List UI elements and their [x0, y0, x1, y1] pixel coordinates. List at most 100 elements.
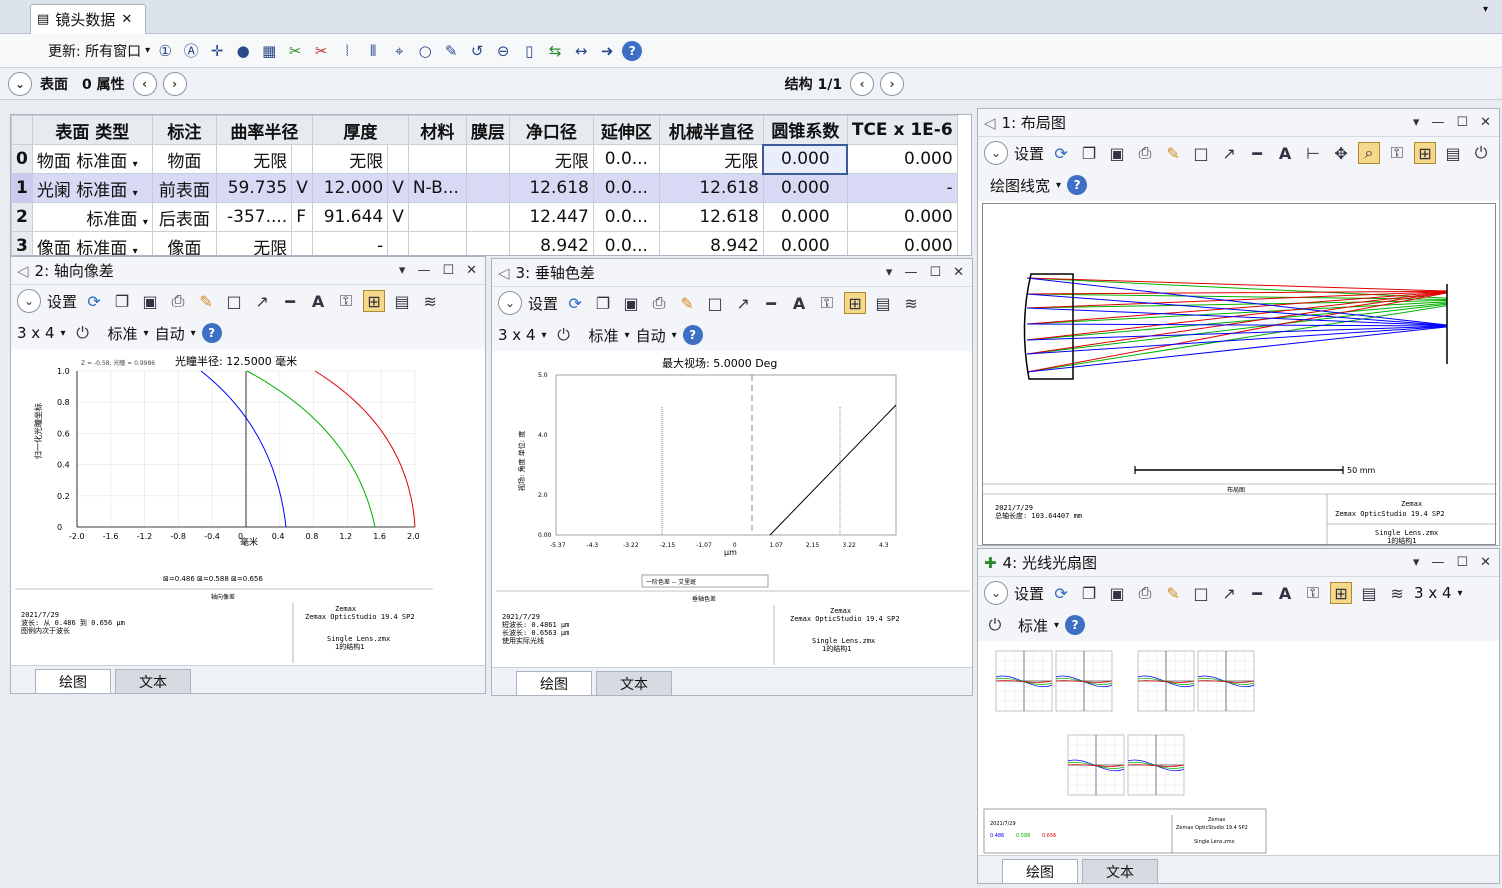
window-icon[interactable]: ▤ — [1442, 142, 1464, 164]
lock-icon[interactable]: ⚿ — [816, 292, 838, 314]
grid-icon[interactable]: ⊞ — [363, 290, 386, 312]
clear-semi-dia-cell[interactable]: 12.447 — [508, 202, 594, 232]
menu-icon[interactable]: ▾ — [1413, 115, 1420, 130]
power-icon[interactable]: ⏻ — [1470, 142, 1492, 164]
conic-cell[interactable]: 0.000 — [762, 202, 848, 232]
line-icon[interactable]: ━ — [760, 292, 782, 314]
text-icon[interactable]: A — [1274, 142, 1296, 164]
minimize-icon[interactable]: — — [1431, 115, 1444, 130]
save-icon[interactable]: ▣ — [1106, 142, 1128, 164]
maximize-icon[interactable]: ☐ — [1456, 555, 1468, 570]
standard-dropdown[interactable]: 标准 — [108, 323, 138, 344]
arrow-right-icon[interactable]: ➜ — [596, 40, 618, 62]
grid-size-dropdown[interactable]: 3 x 4 — [1414, 584, 1452, 602]
swap-icon[interactable]: ⇆ — [544, 40, 566, 62]
radius-cell[interactable]: -357.... — [215, 202, 293, 232]
table-row[interactable]: 1 光阑 标准面 ▾ 前表面 59.735 V 12.000 V N-B... … — [11, 173, 958, 203]
arrow-icon[interactable]: ↗ — [1218, 142, 1240, 164]
help-icon[interactable]: ? — [622, 40, 643, 61]
conic-cell[interactable]: 0.000 — [762, 231, 848, 255]
clear-semi-dia-cell[interactable]: 无限 — [508, 144, 594, 174]
properties-label[interactable]: 0 属性 — [82, 74, 125, 94]
maximize-icon[interactable]: ☐ — [442, 263, 454, 278]
help-icon[interactable]: ? — [682, 325, 703, 345]
power-icon[interactable]: ⏻ — [72, 322, 94, 344]
refresh-all-icon[interactable]: Ⓐ — [180, 40, 202, 62]
settings-button[interactable]: 设置 — [1014, 143, 1044, 164]
window-title-bar[interactable]: ◁ 1: 布局图 ▾ — ☐ ✕ — [978, 109, 1499, 137]
comment-cell[interactable]: 物面 — [151, 144, 217, 174]
undo-icon[interactable]: ↺ — [466, 40, 488, 62]
window-title-bar[interactable]: ✚ 4: 光线光扇图 ▾ — ☐ ✕ — [978, 549, 1499, 577]
tce-cell[interactable]: 0.000 — [846, 231, 958, 255]
refresh-icon[interactable]: ⟳ — [564, 292, 586, 314]
chip-zone-cell[interactable]: 0.0... — [592, 144, 660, 174]
dimension-icon[interactable]: ⊢ — [1302, 142, 1324, 164]
print-icon[interactable]: ⎙ — [1134, 582, 1156, 604]
mech-semi-dia-cell[interactable]: 无限 — [658, 144, 764, 174]
rectangle-icon[interactable]: □ — [1190, 582, 1212, 604]
config-prev-icon[interactable]: ‹ — [850, 71, 875, 96]
solve-cell[interactable]: V — [387, 173, 409, 203]
pencil-icon[interactable]: ✎ — [1162, 582, 1184, 604]
help-icon[interactable]: ? — [201, 323, 222, 343]
save-icon[interactable]: ▣ — [1106, 582, 1128, 604]
config-next-icon[interactable]: › — [880, 71, 905, 96]
help-icon[interactable]: ? — [1067, 175, 1088, 195]
layers-icon[interactable]: ≋ — [1386, 582, 1408, 604]
grid-icon[interactable]: ⊞ — [1414, 142, 1437, 164]
window-icon[interactable]: ▤ — [1358, 582, 1380, 604]
grid-size-dropdown[interactable]: 3 x 4 — [17, 324, 55, 342]
maximize-icon[interactable]: ☐ — [1456, 115, 1468, 130]
grid-icon[interactable]: ⊞ — [844, 292, 867, 314]
radius-cell[interactable]: 无限 — [215, 231, 293, 255]
chevron-down-icon[interactable]: ⌄ — [984, 141, 1008, 165]
tab-text[interactable]: 文本 — [115, 669, 191, 693]
tab-plot[interactable]: 绘图 — [1002, 859, 1078, 883]
circle-icon[interactable]: ○ — [414, 40, 436, 62]
coating-cell[interactable] — [465, 231, 510, 255]
move-icon[interactable]: ✥ — [1330, 142, 1352, 164]
coating-cell[interactable] — [465, 173, 510, 203]
minimize-icon[interactable]: — — [904, 265, 917, 280]
line-icon[interactable]: ━ — [1246, 142, 1268, 164]
copy-icon[interactable]: ❐ — [1078, 142, 1100, 164]
comment-cell[interactable]: 后表面 — [151, 202, 217, 232]
zoom-icon[interactable]: ⌕ — [1358, 142, 1381, 164]
refresh-icon[interactable]: ⟳ — [1050, 142, 1072, 164]
copy-icon[interactable]: ❐ — [111, 290, 133, 312]
clear-semi-dia-cell[interactable]: 8.942 — [508, 231, 594, 255]
mech-semi-dia-cell[interactable]: 12.618 — [658, 173, 764, 203]
conic-cell[interactable]: 0.000 — [762, 173, 848, 203]
standard-dropdown[interactable]: 标准 — [1018, 615, 1048, 636]
text-icon[interactable]: A — [788, 292, 810, 314]
mech-semi-dia-cell[interactable]: 12.618 — [658, 202, 764, 232]
pencil-icon[interactable]: ✎ — [1162, 142, 1184, 164]
tab-text[interactable]: 文本 — [596, 671, 672, 695]
text-icon[interactable]: A — [307, 290, 329, 312]
toggle-icon[interactable]: ⊖ — [492, 40, 514, 62]
line-width-dropdown[interactable]: 绘图线宽 — [990, 175, 1050, 196]
solve-cell[interactable] — [291, 231, 313, 255]
globe-icon[interactable]: ● — [232, 40, 254, 62]
standard-dropdown[interactable]: 标准 — [589, 325, 619, 346]
clear-semi-dia-cell[interactable]: 12.618 — [508, 173, 594, 203]
print-icon[interactable]: ⎙ — [648, 292, 670, 314]
chevron-down-icon[interactable]: ⌄ — [984, 581, 1008, 605]
type-cell[interactable]: 像面 标准面 ▾ — [31, 231, 153, 255]
material-cell[interactable] — [407, 144, 467, 174]
copy-icon[interactable]: ❐ — [1078, 582, 1100, 604]
insert-surface-icon[interactable]: ✂ — [284, 40, 306, 62]
type-cell[interactable]: 物面 标准面 ▾ — [31, 144, 153, 174]
chip-zone-cell[interactable]: 0.0... — [592, 173, 660, 203]
print-icon[interactable]: ⎙ — [167, 290, 189, 312]
type-cell[interactable]: 标准面 ▾ — [31, 202, 153, 232]
comment-cell[interactable]: 前表面 — [151, 173, 217, 203]
arrow-icon[interactable]: ↗ — [732, 292, 754, 314]
close-icon[interactable]: ✕ — [1480, 115, 1491, 130]
material-cell[interactable]: N-B... — [407, 173, 467, 203]
table-row[interactable]: 2 标准面 ▾ 后表面 -357.... F 91.644 V 12.447 0… — [11, 202, 958, 232]
chip-zone-cell[interactable]: 0.0... — [592, 231, 660, 255]
tab-scroll-icon[interactable]: ▾ — [1483, 4, 1488, 15]
line-icon[interactable]: ━ — [1246, 582, 1268, 604]
